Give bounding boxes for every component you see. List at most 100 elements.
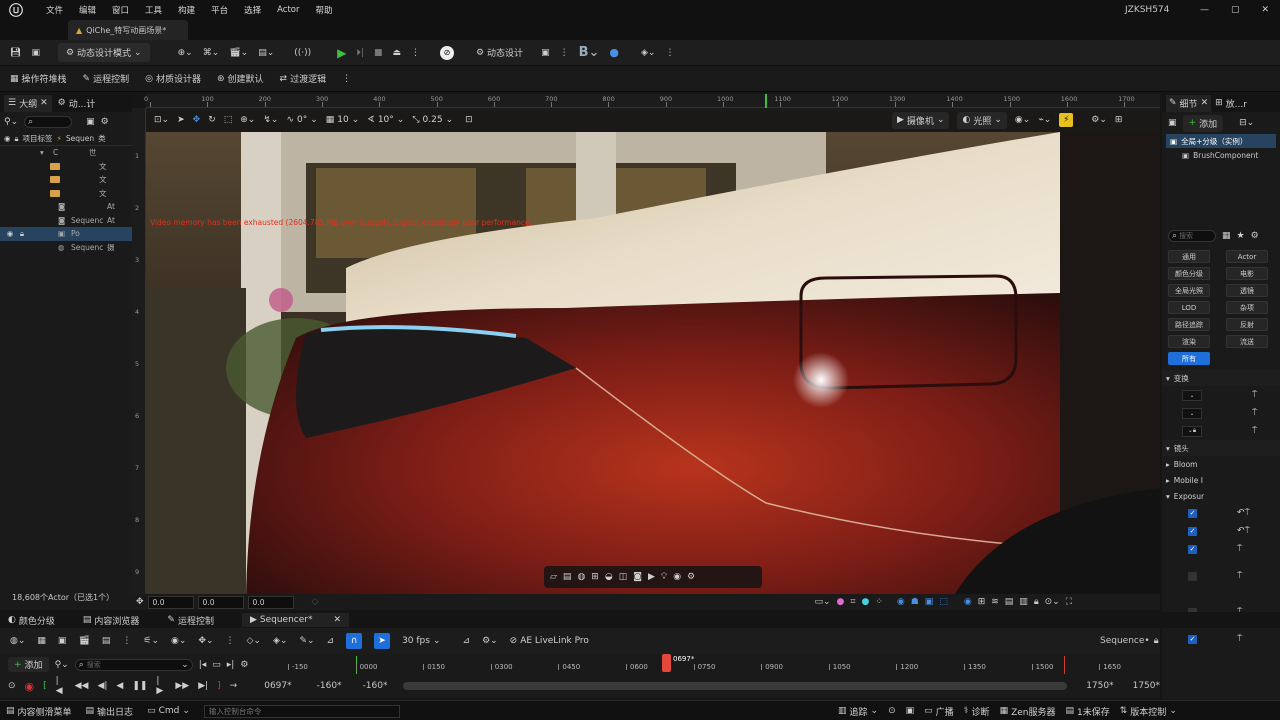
filter-chip[interactable]: 反射 bbox=[1226, 318, 1268, 331]
checkbox-checked[interactable]: ✓ bbox=[1188, 544, 1197, 554]
track-search[interactable]: ⌕ 搜索 ⌄ bbox=[74, 658, 193, 671]
foliage-mode-icon[interactable]: ◍ bbox=[577, 572, 585, 582]
settings-icon[interactable]: ⚙ bbox=[1251, 231, 1259, 241]
col-type[interactable]: 类 bbox=[98, 133, 106, 144]
ae-link-icon[interactable]: ⊘ bbox=[439, 45, 454, 60]
transition-logic-button[interactable]: ⇄ 过渡逻辑 bbox=[280, 72, 327, 86]
rotation-snap-field[interactable]: ∢ 10° ⌄ bbox=[367, 115, 404, 125]
dropdown-icon[interactable]: ⌄ bbox=[1182, 389, 1202, 401]
lock-icon[interactable]: 🔒︎ bbox=[1154, 636, 1159, 646]
stop-icon[interactable]: ■ bbox=[374, 48, 383, 58]
more-options-icon-2[interactable]: ⋮ bbox=[560, 48, 569, 58]
save-icon[interactable]: ▦ bbox=[37, 636, 46, 646]
close-icon[interactable]: ✕ bbox=[40, 98, 48, 108]
wave-icon[interactable]: ≋ bbox=[991, 597, 999, 607]
curve-icon[interactable]: ⚟⌄ bbox=[143, 636, 159, 646]
tab-motion-design[interactable]: ⚙ 动...计 bbox=[58, 97, 96, 110]
select-mode-icon[interactable]: ▱ bbox=[550, 572, 557, 582]
more-options-icon[interactable]: ⋮ bbox=[122, 636, 131, 646]
section-exposure[interactable]: ▾ Exposur bbox=[1162, 488, 1280, 504]
ae-livelink-button[interactable]: ⊘ AE LiveLink Pro bbox=[510, 636, 589, 646]
add-actor-icon[interactable]: ⊕⌄ bbox=[178, 48, 193, 58]
outliner-row[interactable]: ◉ 🔒︎ ▣ Po bbox=[0, 227, 132, 241]
range-end-icon[interactable]: ] bbox=[217, 681, 221, 691]
lock-dropdown-icon[interactable]: ⌄🔒︎ bbox=[1182, 425, 1202, 437]
blueprint-icon[interactable]: ⌘⌄ bbox=[203, 48, 220, 58]
reset-icon[interactable]: ⍑ bbox=[1237, 634, 1242, 644]
settings-icon[interactable]: ⚙⌄ bbox=[482, 636, 498, 646]
jump-end-icon[interactable]: ▶| bbox=[198, 681, 208, 691]
prev-frame-icon[interactable]: ◀| bbox=[97, 681, 107, 691]
close-icon[interactable]: ✕ bbox=[333, 615, 341, 625]
browse-icon[interactable]: ▣ bbox=[31, 48, 40, 58]
menu-item[interactable]: 工具 bbox=[145, 4, 162, 16]
lock-icon[interactable]: 🔒︎ bbox=[15, 134, 19, 144]
record-settings-icon[interactable]: ⊙ bbox=[8, 681, 16, 691]
step-play-icon[interactable]: ⏵| bbox=[356, 48, 364, 58]
chart-icon[interactable]: ▥ bbox=[1019, 597, 1028, 607]
user-name[interactable]: JZKSH574 bbox=[1125, 5, 1169, 15]
next-frame-icon[interactable]: |▶ bbox=[156, 676, 166, 696]
range-start-icon[interactable]: [ bbox=[43, 681, 47, 691]
outliner-search[interactable]: ⌕ bbox=[24, 116, 73, 128]
filter-icon[interactable]: ⚲⌄ bbox=[4, 117, 18, 127]
show-flags-icon[interactable]: ◉⌄ bbox=[1015, 115, 1030, 125]
reset-icon[interactable]: ⍑ bbox=[1252, 390, 1257, 400]
view-end-a[interactable]: 1750* bbox=[1086, 681, 1113, 691]
scale-tool-icon[interactable]: ⬚ bbox=[224, 115, 233, 125]
pause-icon[interactable]: ❚❚ bbox=[132, 681, 147, 691]
play-icon[interactable]: ▶ bbox=[337, 46, 346, 60]
realtime-icon[interactable]: ⚡ bbox=[1059, 113, 1074, 127]
close-icon[interactable]: ✕ bbox=[1201, 98, 1209, 108]
filter-chip[interactable]: 所有 bbox=[1168, 352, 1210, 365]
world-icon[interactable]: ◍⌄ bbox=[10, 636, 25, 646]
view-end-b[interactable]: 1750* bbox=[1133, 681, 1160, 691]
tab-color-grading[interactable]: ◐ 颜色分级 bbox=[8, 614, 55, 627]
motion-design-button[interactable]: ⚙ 动态设计 bbox=[476, 46, 523, 60]
save-icon[interactable]: 💾︎ bbox=[10, 48, 21, 58]
menu-item[interactable]: 平台 bbox=[211, 4, 228, 16]
settings-icon[interactable]: ⚙ bbox=[101, 117, 109, 127]
checkbox-unchecked[interactable] bbox=[1188, 571, 1197, 581]
tab-outliner[interactable]: ☰ 大纲 ✕ bbox=[4, 94, 52, 112]
filter-chip[interactable]: 杂项 bbox=[1226, 301, 1268, 314]
cmd-dropdown[interactable]: ▭ Cmd ⌄ bbox=[147, 706, 190, 716]
close-icon[interactable]: ✕ bbox=[1262, 5, 1270, 15]
lit-dropdown[interactable]: ◐ 光照 ⌄ bbox=[957, 111, 1007, 129]
more-options-icon-2[interactable]: ⋮ bbox=[226, 636, 235, 646]
cinematics-icon[interactable]: 🎬︎⌄ bbox=[229, 48, 248, 58]
filter-chip[interactable]: LOD bbox=[1168, 301, 1210, 314]
end-marker[interactable] bbox=[1064, 656, 1065, 674]
visibility-icon[interactable]: ◉ bbox=[4, 134, 11, 143]
visibility-icon[interactable]: ◉ bbox=[4, 229, 16, 238]
minimize-icon[interactable]: — bbox=[1200, 5, 1209, 15]
eye-icon[interactable]: ◉ bbox=[897, 597, 905, 607]
level-viewport[interactable]: Video memory has been exhausted (2604.78… bbox=[146, 108, 1160, 610]
diagnose-button[interactable]: ⚕ 诊断 bbox=[964, 705, 990, 718]
level-tab[interactable]: ▲ QiChe_特写动画场景* bbox=[68, 20, 188, 40]
zen-server-button[interactable]: ▦ Zen服务器 bbox=[1000, 705, 1056, 718]
reset-icon[interactable]: ⍑ bbox=[1252, 408, 1257, 418]
record-icon[interactable]: ◉ bbox=[25, 680, 35, 693]
screen-icon[interactable]: ▭⌄ bbox=[814, 597, 830, 607]
operator-stack-button[interactable]: ▦ 操作符堆栈 bbox=[10, 72, 67, 86]
performance-icon[interactable]: ⌁⌄ bbox=[1038, 115, 1051, 125]
viewport-options-icon[interactable]: ⊡⌄ bbox=[154, 115, 169, 125]
modeling-icon[interactable]: ◫ bbox=[619, 572, 628, 582]
unsaved-button[interactable]: ▤ 1未保存 bbox=[1066, 705, 1110, 718]
outliner-row[interactable]: ◙ Sequenc At bbox=[0, 214, 132, 228]
tab-details[interactable]: ✎ 细节 ✕ bbox=[1166, 94, 1212, 112]
rotate-tool-icon[interactable]: ↻ bbox=[208, 115, 216, 125]
content-drawer-button[interactable]: ▤ 内容侧滑菜单 bbox=[6, 705, 72, 718]
next-key-icon[interactable]: ▶▶ bbox=[175, 681, 189, 691]
screen-icon[interactable]: ▣ bbox=[541, 48, 550, 58]
surface-snap-icon[interactable]: ↯⌄ bbox=[263, 115, 278, 125]
col-item-label[interactable]: 项目标签 bbox=[23, 133, 53, 144]
find-icon[interactable]: ▣ bbox=[58, 636, 67, 646]
reset-icon[interactable]: ⍑ bbox=[1237, 571, 1242, 581]
tab-content-browser[interactable]: ▤ 内容浏览器 bbox=[83, 614, 140, 627]
grid-icon[interactable]: ⌗ bbox=[850, 597, 855, 607]
rgb-icon[interactable]: ☗ bbox=[911, 597, 919, 607]
render-icon[interactable]: 🎬︎ bbox=[78, 636, 89, 646]
reset-icon[interactable]: ↶⍑ bbox=[1237, 526, 1250, 536]
